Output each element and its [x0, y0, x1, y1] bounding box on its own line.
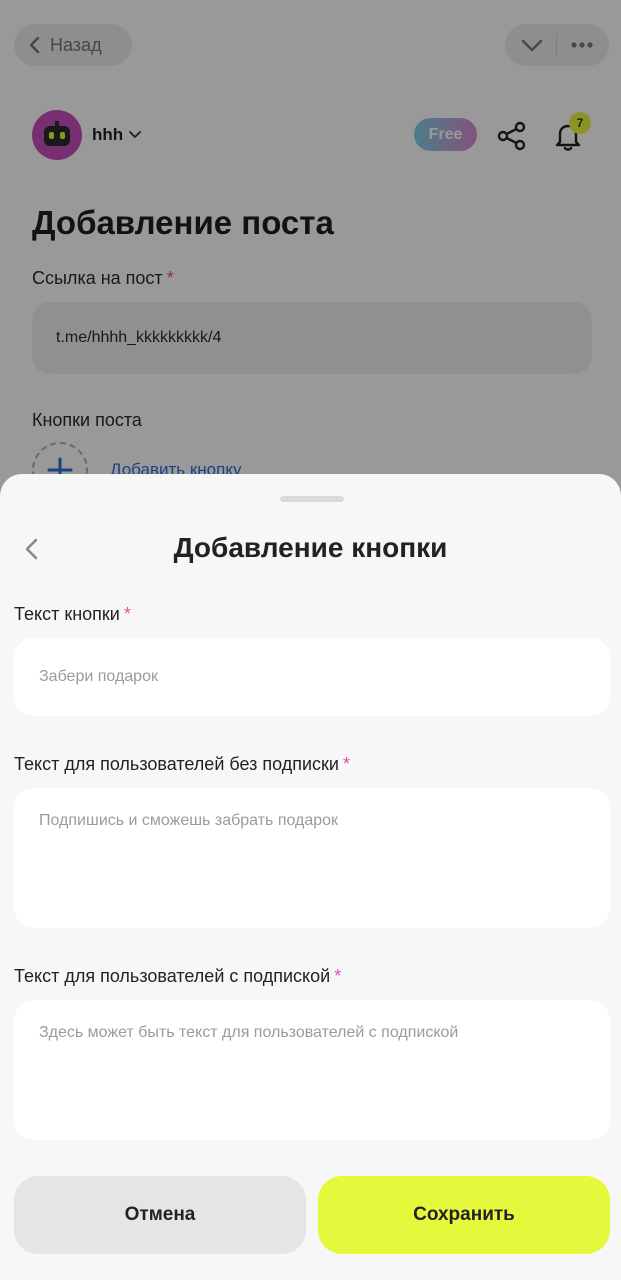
- button-text-label-text: Текст кнопки: [14, 604, 120, 624]
- sheet-title: Добавление кнопки: [173, 532, 448, 563]
- cancel-button[interactable]: Отмена: [14, 1176, 306, 1254]
- required-mark: *: [334, 966, 342, 986]
- unsubscribed-text-input[interactable]: Подпишись и сможешь забрать подарок: [14, 788, 610, 928]
- save-button[interactable]: Сохранить: [318, 1176, 610, 1254]
- unsubscribed-text-label: Текст для пользователей без подписки *: [14, 754, 350, 775]
- add-button-sheet: Добавление кнопки Текст кнопки * Забери п…: [0, 474, 621, 1280]
- subscribed-text-input[interactable]: Здесь может быть текст для пользователей…: [14, 1000, 610, 1140]
- subscribed-text-label: Текст для пользователей с подпиской *: [14, 966, 341, 987]
- button-text-label: Текст кнопки *: [14, 604, 131, 625]
- required-mark: *: [342, 754, 350, 774]
- subscribed-text-placeholder: Здесь может быть текст для пользователей…: [39, 1024, 459, 1041]
- subscribed-text-label-text: Текст для пользователей с подпиской: [14, 966, 331, 986]
- button-text-placeholder: Забери подарок: [39, 668, 158, 685]
- required-mark: *: [123, 604, 131, 624]
- unsubscribed-text-placeholder: Подпишись и сможешь забрать подарок: [39, 812, 339, 829]
- unsubscribed-text-label-text: Текст для пользователей без подписки: [14, 754, 339, 774]
- sheet-drag-handle[interactable]: [280, 496, 344, 502]
- button-text-input[interactable]: Забери подарок: [14, 638, 610, 716]
